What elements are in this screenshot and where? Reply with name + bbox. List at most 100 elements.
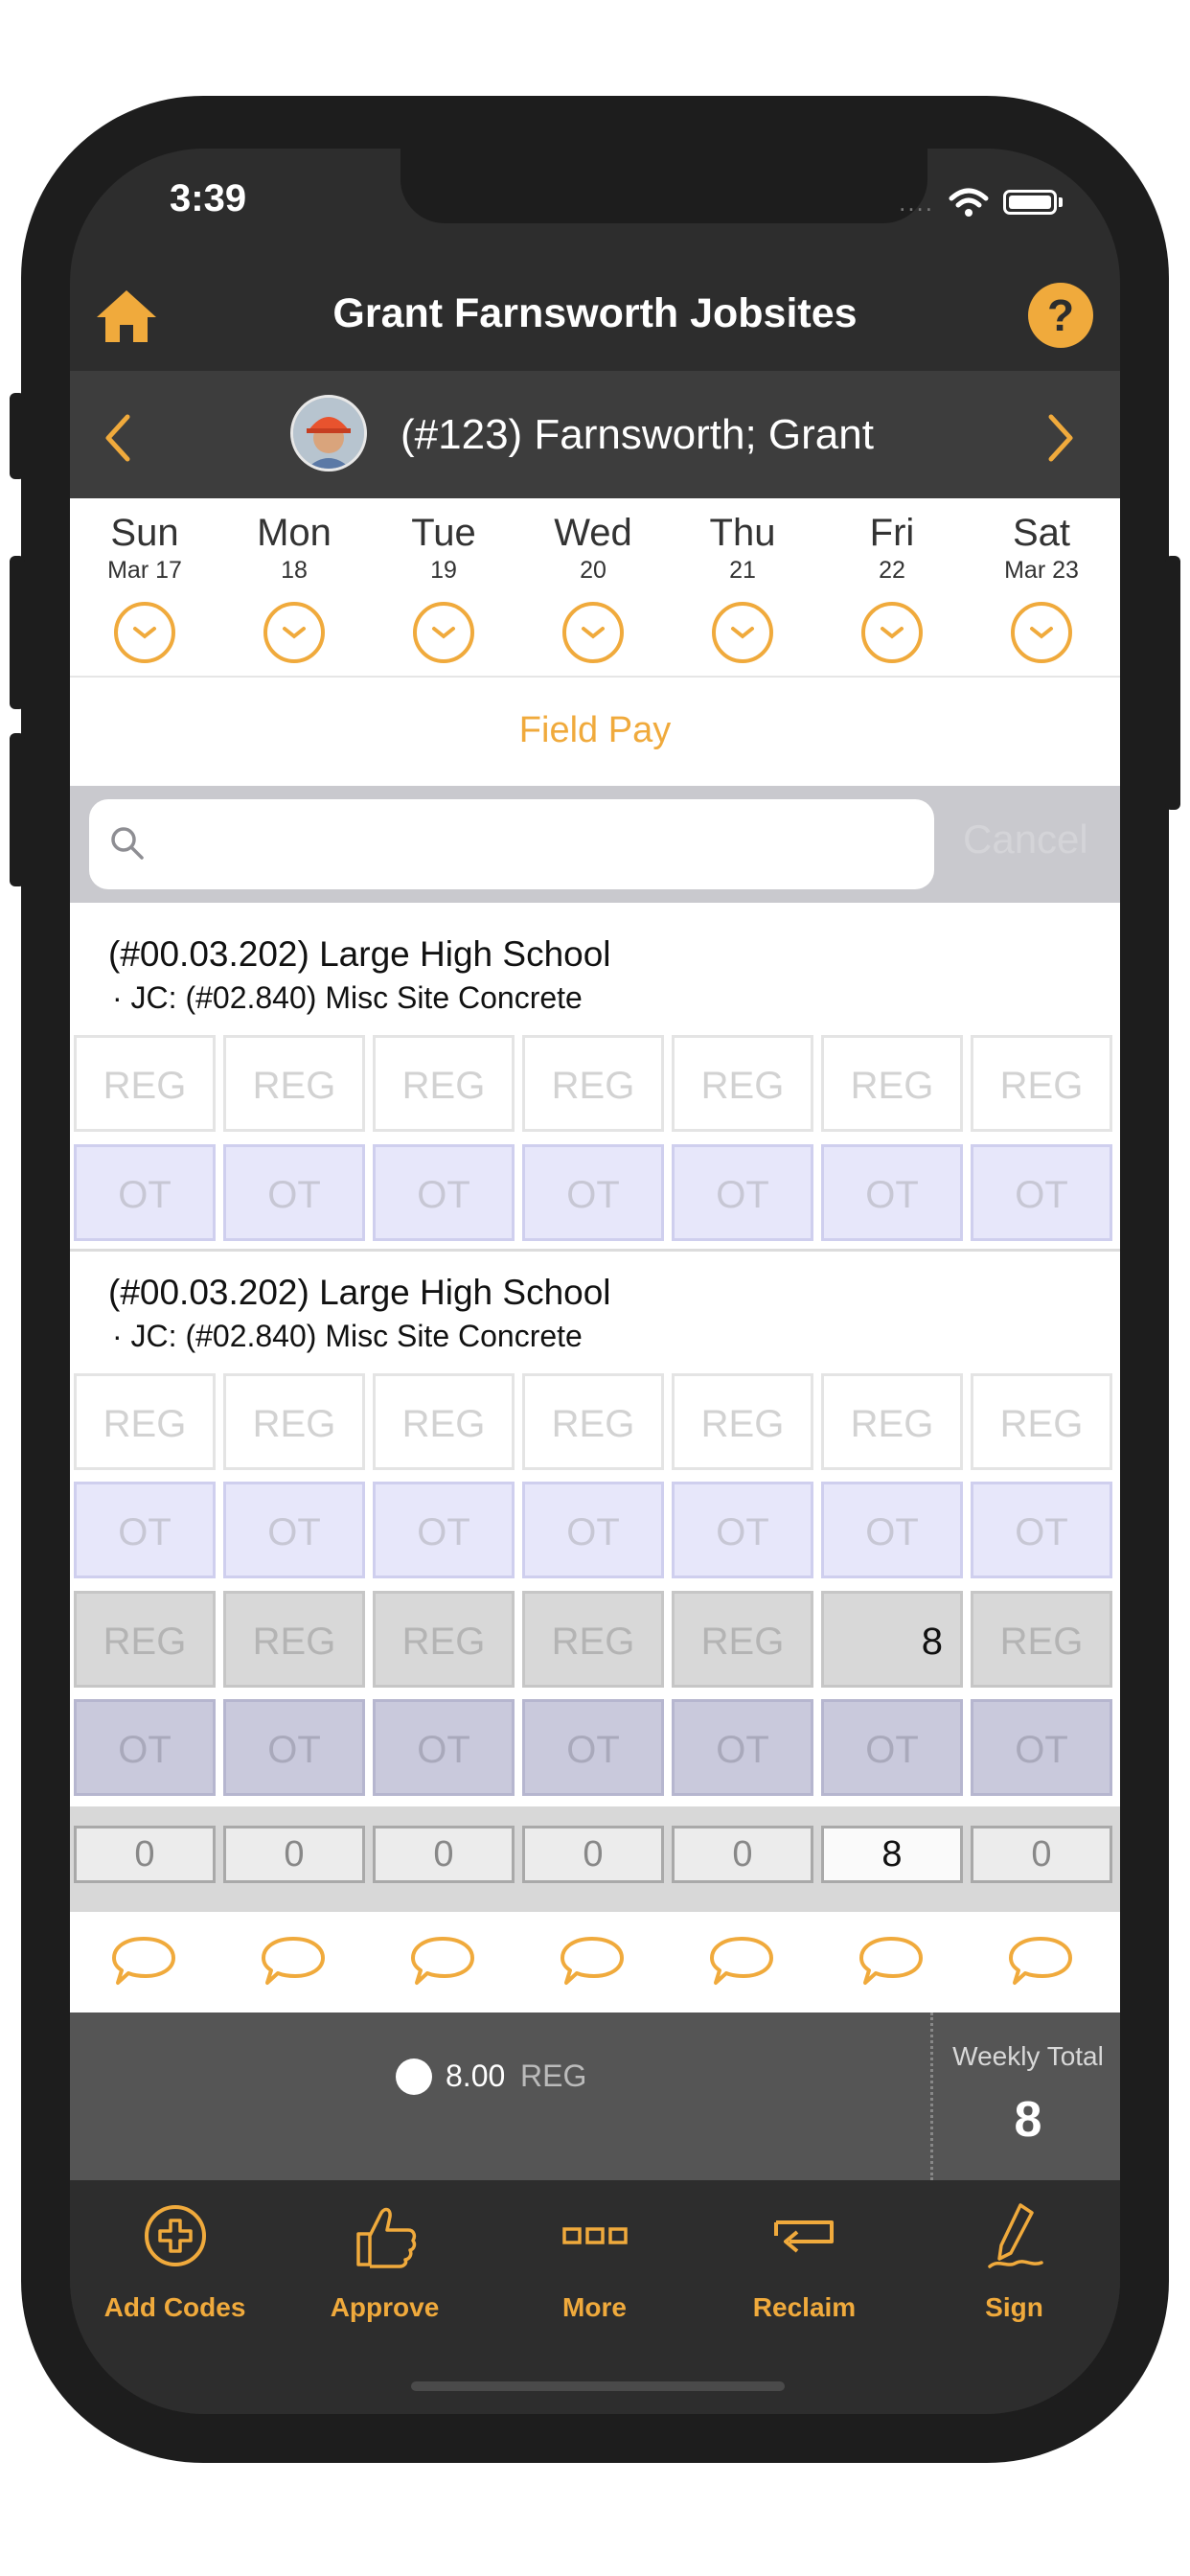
search-input[interactable] [89,799,934,889]
reg-hours-cell[interactable]: REG [672,1373,813,1470]
reclaim-button[interactable]: Reclaim [699,2199,909,2323]
ot-total-cell[interactable]: OT [672,1699,813,1796]
tab-label: Approve [330,2292,440,2322]
chevron-left-icon[interactable] [99,409,137,467]
sign-button[interactable]: Sign [909,2199,1119,2323]
approve-button[interactable]: Approve [280,2199,490,2323]
ot-hours-cell[interactable]: OT [522,1482,664,1578]
field-pay-button[interactable]: Field Pay [70,676,1120,786]
ot-total-cell[interactable]: OT [971,1699,1112,1796]
reg-total-cell[interactable]: 8 [821,1591,963,1688]
reg-hours-cell[interactable]: REG [74,1035,216,1132]
week-days-header: Sun Mar 17 Mon 18 Tue 19 Wed 20 Thu 21 F… [70,498,1120,678]
comment-icon[interactable] [708,1933,775,1990]
cancel-button[interactable]: Cancel [963,816,1088,862]
ot-hours-cell[interactable]: OT [821,1482,963,1578]
ot-hours-cell[interactable]: OT [971,1482,1112,1578]
ot-hours-cell[interactable]: OT [373,1482,515,1578]
reg-total-cell[interactable]: REG [522,1591,664,1688]
reg-total-cell[interactable]: REG [971,1591,1112,1688]
avatar [290,395,367,472]
page-title: Grant Farnsworth Jobsites [332,290,858,336]
ot-hours-cell[interactable]: OT [373,1144,515,1241]
summary-hours: 8.00 [446,2058,506,2093]
reg-hours-cell[interactable]: REG [522,1035,664,1132]
day-total: 0 [522,1826,664,1883]
day-total: 8 [821,1826,963,1883]
clock-icon[interactable] [1011,602,1072,663]
day-date: 22 [879,557,905,584]
reg-hours-cell[interactable]: REG [971,1373,1112,1470]
reg-indicator-dot [396,2058,432,2095]
ot-hours-cell[interactable]: OT [74,1482,216,1578]
weekly-total-label: Weekly Total [952,2041,1104,2071]
reg-hours-cell[interactable]: REG [821,1373,963,1470]
day-total: 0 [223,1826,365,1883]
battery-icon [1003,190,1057,215]
day-date: Mar 23 [1004,557,1079,584]
employee-name: (#123) Farnsworth; Grant [400,411,874,458]
ot-hours-cell[interactable]: OT [223,1482,365,1578]
comment-icon[interactable] [110,1933,177,1990]
ot-hours-cell[interactable]: OT [522,1144,664,1241]
reg-hours-cell[interactable]: REG [522,1373,664,1470]
sign-icon [987,2203,1043,2268]
clock-icon[interactable] [114,602,175,663]
tab-bar: Add Codes Approve More Reclaim Sign [70,2180,1120,2407]
clock-icon[interactable] [861,602,923,663]
ot-total-cell[interactable]: OT [821,1699,963,1796]
day-totals-row: 0000080 [70,1806,1120,1912]
day-name: Wed [554,512,632,554]
day-date: 21 [729,557,756,584]
battery-tip [1059,197,1063,207]
chevron-right-icon[interactable] [1041,409,1080,467]
reg-hours-cell[interactable]: REG [672,1035,813,1132]
day-total: 0 [373,1826,515,1883]
day-date: 18 [281,557,308,584]
reg-hours-cell[interactable]: REG [373,1373,515,1470]
day-column-tue: Tue 19 [369,498,518,663]
ot-hours-cell[interactable]: OT [672,1144,813,1241]
help-button[interactable]: ? [1028,283,1093,348]
ot-hours-cell[interactable]: OT [971,1144,1112,1241]
volume-up-button [10,556,25,709]
search-bar: Cancel [70,786,1120,903]
clock-icon[interactable] [562,602,624,663]
ot-total-cell[interactable]: OT [74,1699,216,1796]
reg-hours-cell[interactable]: REG [821,1035,963,1132]
reg-total-cell[interactable]: REG [74,1591,216,1688]
reg-total-cell[interactable]: REG [223,1591,365,1688]
comment-icon[interactable] [260,1933,327,1990]
summary-type: REG [520,2058,587,2093]
reg-hours-cell[interactable]: REG [971,1035,1112,1132]
weekly-total: Weekly Total 8 [930,2012,1120,2180]
ot-total-cell[interactable]: OT [373,1699,515,1796]
day-name: Tue [411,512,476,554]
day-total: 0 [971,1826,1112,1883]
ot-total-cell[interactable]: OT [522,1699,664,1796]
more-button[interactable]: More [490,2199,699,2323]
comment-icon[interactable] [858,1933,925,1990]
reg-total-cell[interactable]: REG [373,1591,515,1688]
jobsite-title: (#00.03.202) Large High School [108,1273,611,1312]
ot-hours-cell[interactable]: OT [223,1144,365,1241]
add-codes-button[interactable]: Add Codes [70,2199,280,2323]
ot-hours-cell[interactable]: OT [821,1144,963,1241]
clock-icon[interactable] [263,602,325,663]
clock-icon[interactable] [413,602,474,663]
reg-hours-cell[interactable]: REG [223,1035,365,1132]
reg-hours-cell[interactable]: REG [223,1373,365,1470]
comment-icon[interactable] [559,1933,626,1990]
day-date: 19 [430,557,457,584]
ot-hours-cell[interactable]: OT [672,1482,813,1578]
reg-total-cell[interactable]: REG [672,1591,813,1688]
comment-icon[interactable] [1007,1933,1074,1990]
reg-hours-cell[interactable]: REG [74,1373,216,1470]
comment-icon[interactable] [409,1933,476,1990]
clock-icon[interactable] [712,602,773,663]
ot-hours-cell[interactable]: OT [74,1144,216,1241]
signal-icon: .... [899,187,934,217]
wifi-icon [949,188,989,217]
ot-total-cell[interactable]: OT [223,1699,365,1796]
reg-hours-cell[interactable]: REG [373,1035,515,1132]
